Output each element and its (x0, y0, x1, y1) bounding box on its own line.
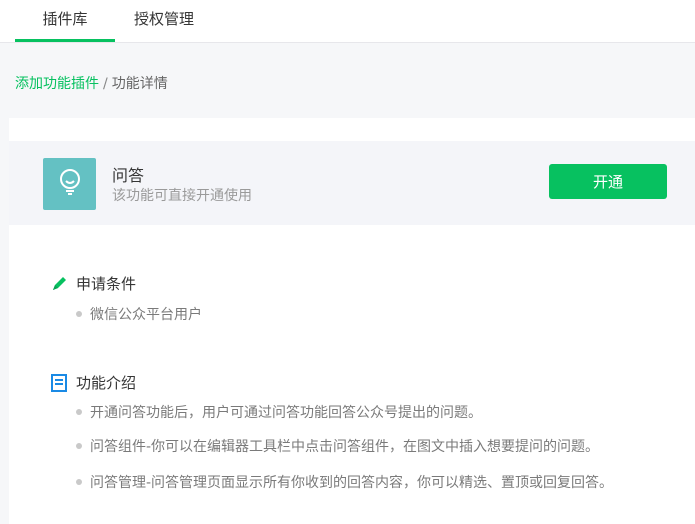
plugin-icon-tile (43, 158, 96, 210)
active-tab-indicator (15, 39, 115, 42)
bullet-dot (76, 479, 82, 485)
intro-text: 问答组件-你可以在编辑器工具栏中点击问答组件，在图文中插入想要提问的问题。 (90, 439, 600, 455)
top-tab-bar: 插件库 授权管理 (0, 0, 695, 43)
breadcrumb-link-add-plugin[interactable]: 添加功能插件 (15, 76, 99, 92)
intro-heading-text: 功能介绍 (76, 374, 137, 392)
bullet-dot (76, 311, 82, 317)
open-button[interactable]: 开通 (549, 164, 667, 199)
pencil-icon (50, 275, 68, 293)
requirements-heading: 申请条件 (50, 273, 136, 294)
list-item: 问答管理-问答管理页面显示所有你收到的回答内容，你可以精选、置顶或回复回答。 (76, 472, 613, 492)
intro-heading: 功能介绍 (50, 372, 136, 393)
list-item: 开通问答功能后，用户可通过问答功能回答公众号提出的问题。 (76, 402, 482, 422)
tab-authorization-management[interactable]: 授权管理 (134, 0, 194, 42)
lightbulb-icon (57, 168, 83, 200)
plugin-description: 该功能可直接开通使用 (112, 188, 252, 204)
intro-text: 开通问答功能后，用户可通过问答功能回答公众号提出的问题。 (90, 405, 482, 421)
breadcrumb-current: 功能详情 (111, 76, 168, 92)
intro-text: 问答管理-问答管理页面显示所有你收到的回答内容，你可以精选、置顶或回复回答。 (90, 475, 614, 491)
list-item: 微信公众平台用户 (76, 304, 202, 324)
breadcrumb-separator: / (103, 76, 108, 92)
breadcrumb: 添加功能插件 / 功能详情 (15, 73, 168, 93)
bullet-dot (76, 443, 82, 449)
list-item: 问答组件-你可以在编辑器工具栏中点击问答组件，在图文中插入想要提问的问题。 (76, 436, 599, 456)
tab-plugin-library[interactable]: 插件库 (15, 0, 115, 42)
plugin-title: 问答 (112, 166, 145, 185)
requirement-text: 微信公众平台用户 (90, 307, 202, 323)
requirements-heading-text: 申请条件 (76, 275, 137, 293)
bullet-dot (76, 409, 82, 415)
document-icon (50, 373, 68, 392)
